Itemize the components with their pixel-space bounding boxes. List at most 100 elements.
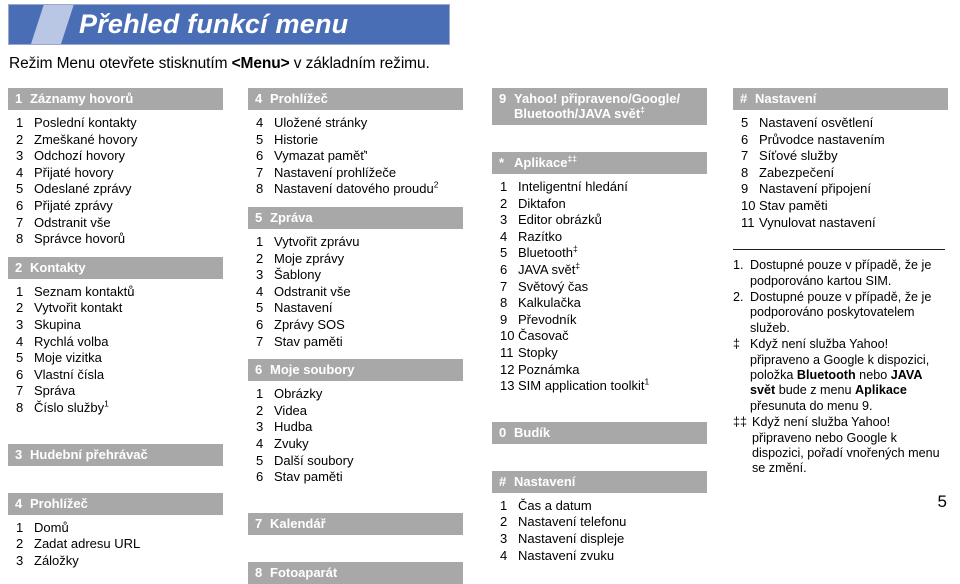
menu-item[interactable]: 1 Obrázky bbox=[248, 386, 463, 403]
menu-item[interactable]: 6 Stav paměti bbox=[248, 469, 463, 486]
menu-item-number: 3 bbox=[256, 267, 264, 283]
menu-item[interactable]: 2 Moje zprávy bbox=[248, 251, 463, 268]
menu-item[interactable]: 8 Číslo služby1 bbox=[8, 399, 223, 417]
menu-item-label: Seznam kontaktů bbox=[34, 283, 135, 299]
section-header-prohl-e[interactable]: 4 Prohlížeč bbox=[8, 492, 223, 515]
section-number: 8 bbox=[255, 564, 263, 580]
menu-item-number: 8 bbox=[500, 295, 508, 311]
section-number: * bbox=[499, 155, 505, 170]
menu-item[interactable]: 4 Přijaté hovory bbox=[8, 165, 223, 182]
menu-item[interactable]: 10 Stav paměti bbox=[733, 198, 948, 215]
menu-item[interactable]: 4 Rychlá volba bbox=[8, 334, 223, 351]
menu-item[interactable]: 3 Editor obrázků bbox=[492, 212, 707, 229]
menu-item[interactable]: 8 Správce hovorů bbox=[8, 231, 223, 248]
menu-item[interactable]: 3 Skupina bbox=[8, 317, 223, 334]
section-number: 2 bbox=[15, 259, 23, 275]
menu-item[interactable]: 12 Poznámka bbox=[492, 362, 707, 379]
menu-item[interactable]: 7 Správa bbox=[8, 383, 223, 400]
menu-item-number: 6 bbox=[741, 131, 749, 147]
menu-item-label: Vlastní čísla bbox=[34, 366, 105, 382]
section-number: 4 bbox=[255, 91, 263, 106]
menu-item[interactable]: 6 Vlastní čísla bbox=[8, 367, 223, 384]
menu-item[interactable]: 4 Nastavení zvuku bbox=[492, 548, 707, 565]
menu-item[interactable]: 5 Další soubory bbox=[248, 453, 463, 470]
menu-item[interactable]: 1 Domů bbox=[8, 520, 223, 537]
menu-item[interactable]: 11 Stopky bbox=[492, 345, 707, 362]
section-header-moje-soubory[interactable]: 6 Moje soubory bbox=[248, 359, 463, 382]
menu-item[interactable]: 9 Nastavení připojení bbox=[733, 181, 948, 198]
section-header-kalend[interactable]: 7 Kalendář bbox=[248, 512, 463, 535]
menu-item[interactable]: 4 Odstranit vše bbox=[248, 284, 463, 301]
section-header-prohl-e[interactable]: 4 Prohlížeč bbox=[248, 88, 463, 110]
menu-item[interactable]: 5 Historie bbox=[248, 132, 463, 149]
menu-item[interactable]: 7 Síťové služby bbox=[733, 148, 948, 165]
menu-item[interactable]: 6 Zprávy SOS bbox=[248, 317, 463, 334]
section-header-kontakty[interactable]: 2 Kontakty bbox=[8, 256, 223, 279]
menu-item[interactable]: 1 Poslední kontakty bbox=[8, 115, 223, 132]
menu-item[interactable]: 2 Zadat adresu URL bbox=[8, 536, 223, 553]
menu-item[interactable]: 5 Moje vizitka bbox=[8, 350, 223, 367]
menu-item-label: Nastavení prohlížeče bbox=[274, 164, 397, 180]
menu-item-list: 1 Poslední kontakty 2 Zmeškané hovory 3 Odcho… bbox=[8, 110, 223, 248]
menu-item[interactable]: 7 Stav paměti bbox=[248, 334, 463, 351]
menu-item[interactable]: 6 Průvodce nastavením bbox=[733, 132, 948, 149]
menu-item[interactable]: 1 Seznam kontaktů bbox=[8, 284, 223, 301]
section-header-fotoapar-t[interactable]: 8 Fotoaparát bbox=[248, 561, 463, 584]
menu-item[interactable]: 1 Vytvořit zprávu bbox=[248, 234, 463, 251]
menu-item[interactable]: 8 Kalkulačka bbox=[492, 295, 707, 312]
subtitle-text-after: v základním režimu. bbox=[289, 55, 430, 72]
section-header-aplikace[interactable]: * Aplikace‡‡ bbox=[492, 152, 707, 174]
menu-item[interactable]: 4 Uložené stránky bbox=[248, 115, 463, 132]
menu-item[interactable]: 3 Hudba bbox=[248, 419, 463, 436]
menu-item[interactable]: 7 Světový čas bbox=[492, 279, 707, 296]
menu-item[interactable]: 2 Nastavení telefonu bbox=[492, 514, 707, 531]
menu-item[interactable]: 8 Nastavení datového proudu2 bbox=[248, 181, 463, 198]
section-header-yahoo-p-ipraveno-google-bluetooth-java-sv-t[interactable]: 9 Yahoo! připraveno/Google/ Bluetooth/JAV… bbox=[492, 88, 707, 125]
menu-item-label: Stav paměti bbox=[274, 469, 343, 485]
menu-item[interactable]: 9 Převodník bbox=[492, 312, 707, 329]
menu-item-label: Obrázky bbox=[274, 386, 323, 402]
menu-item[interactable]: 5 Odeslané zprávy bbox=[8, 181, 223, 198]
menu-item[interactable]: 2 Videa bbox=[248, 403, 463, 420]
menu-item[interactable]: 8 Zabezpečení bbox=[733, 165, 948, 182]
menu-item-label: Nastavení osvětlení bbox=[759, 115, 874, 130]
menu-item[interactable]: 10 Časovač bbox=[492, 328, 707, 345]
menu-item[interactable]: 3 Nastavení displeje bbox=[492, 531, 707, 548]
menu-item[interactable]: 5 Nastavení bbox=[248, 300, 463, 317]
menu-item-number: 10 bbox=[500, 328, 515, 344]
footnote-marker: 1. bbox=[733, 258, 744, 273]
menu-item[interactable]: 13 SIM application toolkit1 bbox=[492, 378, 707, 395]
menu-item[interactable]: 11 Vynulovat nastavení bbox=[733, 215, 948, 232]
section-header-zpr-va[interactable]: 5 Zpráva bbox=[248, 206, 463, 229]
menu-item[interactable]: 4 Razítko bbox=[492, 229, 707, 246]
menu-item[interactable]: 7 Nastavení prohlížeče bbox=[248, 165, 463, 182]
footnote-text: Když není služba Yahoo! připraveno nebo … bbox=[752, 415, 948, 477]
menu-item[interactable]: 6 JAVA svět‡ bbox=[492, 261, 707, 279]
menu-item[interactable]: 2 Vytvořit kontakt bbox=[8, 300, 223, 317]
menu-item[interactable]: 7 Odstranit vše bbox=[8, 215, 223, 232]
menu-item[interactable]: 2 Zmeškané hovory bbox=[8, 132, 223, 149]
menu-item-label: Odstranit vše bbox=[274, 283, 351, 299]
menu-item[interactable]: 4 Zvuky bbox=[248, 436, 463, 453]
menu-item[interactable]: 3 Šablony bbox=[248, 267, 463, 284]
menu-item-number: 5 bbox=[16, 181, 24, 197]
menu-item[interactable]: 6 Vymazat paměť' bbox=[248, 148, 463, 165]
menu-item[interactable]: 5 Nastavení osvětlení bbox=[733, 115, 948, 132]
menu-item[interactable]: 3 Odchozí hovory bbox=[8, 148, 223, 165]
section-header-bud-k[interactable]: 0 Budík bbox=[492, 421, 707, 444]
section-header-hudebn-p-ehr-va[interactable]: 3 Hudební přehrávač bbox=[8, 443, 223, 466]
menu-item-label: Nastavení datového proudu2 bbox=[274, 180, 439, 197]
section-header-nastaven[interactable]: # Nastavení bbox=[733, 88, 948, 110]
menu-item[interactable]: 5 Bluetooth‡ bbox=[492, 245, 707, 262]
section-header-z-znamy-hovor[interactable]: 1 Záznamy hovorů bbox=[8, 88, 223, 110]
menu-item[interactable]: 6 Přijaté zprávy bbox=[8, 198, 223, 215]
menu-item[interactable]: 3 Záložky bbox=[8, 553, 223, 570]
menu-item[interactable]: 2 Diktafon bbox=[492, 196, 707, 213]
menu-item[interactable]: 1 Inteligentní hledání bbox=[492, 179, 707, 196]
footnote-marker: ‡ bbox=[733, 337, 741, 352]
section-label: Hudební přehrávač bbox=[30, 446, 148, 462]
menu-item[interactable]: 1 Čas a datum bbox=[492, 498, 707, 515]
section-header-nastaven[interactable]: # Nastavení bbox=[492, 470, 707, 493]
